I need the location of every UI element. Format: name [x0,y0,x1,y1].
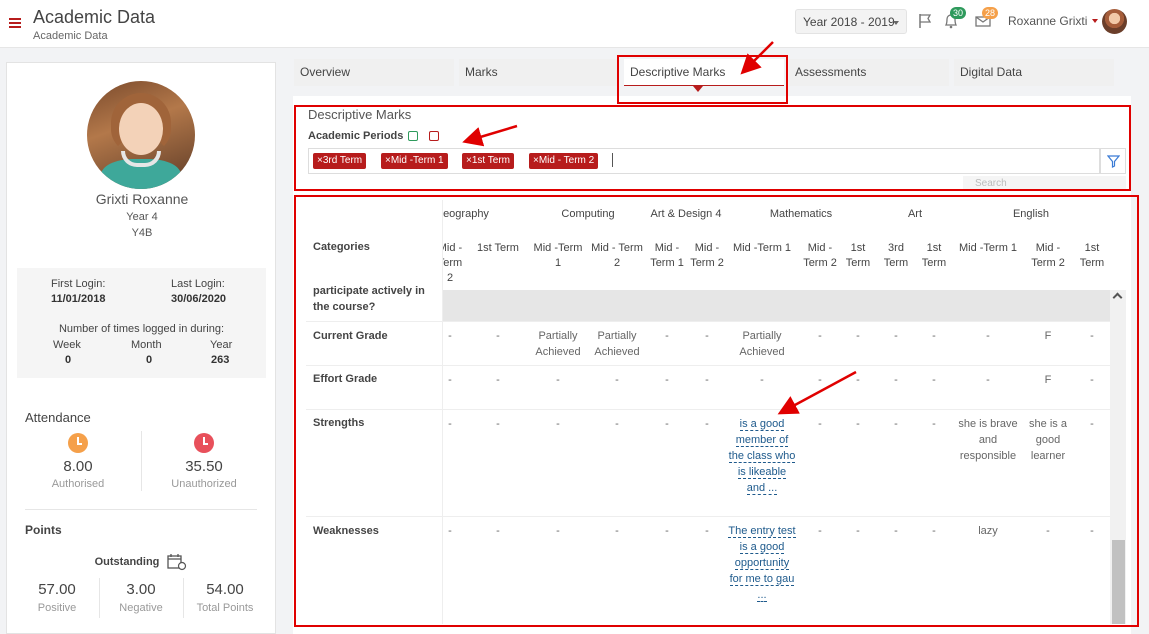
unauthorized-label: Unauthorized [171,478,237,490]
category-label: Weaknesses [313,525,379,537]
student-name: Grixti Roxanne [95,191,189,207]
chevron-down-icon [893,21,899,25]
user-name[interactable]: Roxanne Grixti [1008,14,1087,28]
tab-assessments[interactable]: Assessments [789,59,949,86]
total-points-label: Total Points [196,602,254,614]
notification-badge: 30 [950,7,967,19]
last-login-value: 30/06/2020 [171,293,227,305]
breadcrumb: Academic Data [33,30,108,42]
page-title: Academic Data [33,7,156,27]
menu-icon[interactable] [9,18,21,28]
authorised-label: Authorised [51,478,105,490]
mail-badge: 28 [982,7,999,19]
clock-icon [68,433,88,453]
login-count-label: Number of times logged in during: [58,323,225,335]
category-label: participate actively in the course? [313,285,425,313]
clock-icon [194,433,214,453]
category-label: Effort Grade [313,373,378,385]
category-label: Current Grade [313,330,388,342]
year-value: 263 [211,354,230,366]
authorised-value: 8.00 [63,458,93,475]
positive-label: Positive [37,602,77,614]
positive-value: 57.00 [38,581,76,598]
divider [99,578,100,618]
category-label: Strengths [313,417,365,429]
student-profile-panel: Grixti Roxanne Year 4 Y4B First Login: 1… [6,62,276,634]
student-year: Year 4 [126,211,158,223]
student-photo [87,81,195,189]
categories-header: Categories [313,241,370,253]
negative-value: 3.00 [126,581,156,598]
year-label: Year [210,339,233,351]
chevron-down-icon[interactable] [1092,19,1098,23]
attendance-title: Attendance [25,410,91,425]
divider [25,509,257,510]
month-value: 0 [146,354,153,366]
divider [141,431,142,491]
student-class: Y4B [131,227,153,239]
divider [183,578,184,618]
negative-label: Negative [119,602,163,614]
points-title: Points [25,523,62,537]
calendar-icon[interactable] [167,553,187,571]
month-label: Month [131,339,162,351]
unauthorized-value: 35.50 [185,458,223,475]
tab-digital-data[interactable]: Digital Data [954,59,1114,86]
categories-column: Categories participate actively in the c… [306,200,443,624]
tab-overview[interactable]: Overview [294,59,454,86]
year-select[interactable]: Year 2018 - 2019 [795,9,907,34]
first-login-label: First Login: [51,278,106,290]
week-value: 0 [65,354,72,366]
highlight-box [294,105,1131,191]
tab-marks[interactable]: Marks [459,59,617,86]
year-select-value: Year 2018 - 2019 [803,15,895,29]
avatar[interactable] [1102,9,1127,34]
top-header: Academic Data Academic Data Year 2018 - … [0,0,1149,48]
login-stats: First Login: 11/01/2018 Last Login: 30/0… [17,268,266,378]
week-label: Week [53,339,81,351]
flag-icon[interactable] [917,12,935,30]
highlight-box [617,55,788,104]
last-login-label: Last Login: [171,278,225,290]
outstanding-label: Outstanding [94,556,160,568]
first-login-value: 11/01/2018 [51,293,106,305]
total-points-value: 54.00 [206,581,244,598]
